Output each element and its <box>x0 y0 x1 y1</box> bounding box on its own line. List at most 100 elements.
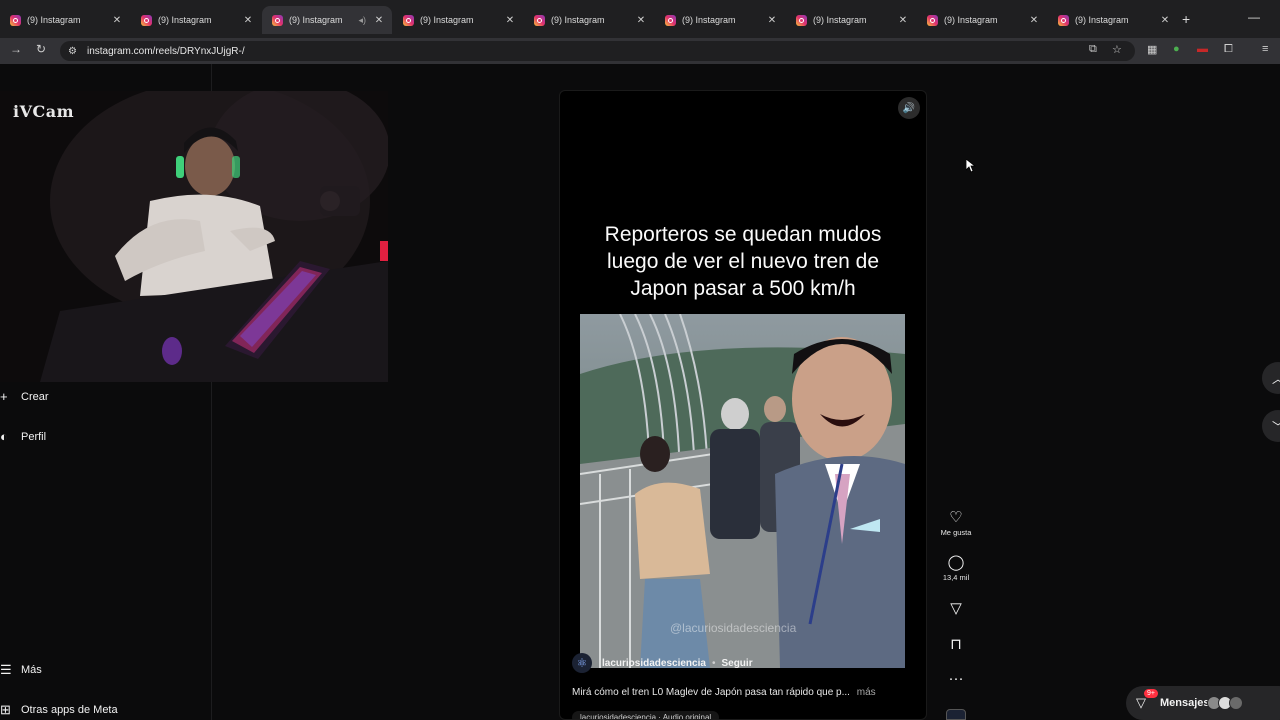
plus-icon: + <box>0 389 8 404</box>
close-tab-icon[interactable]: ✕ <box>241 15 255 26</box>
messages-label: Mensajes <box>1160 697 1210 709</box>
previous-reel-button[interactable]: ︿ <box>1262 362 1280 394</box>
close-tab-icon[interactable]: ✕ <box>372 15 386 26</box>
close-tab-icon[interactable]: ✕ <box>765 15 779 26</box>
instagram-icon <box>10 14 21 26</box>
close-tab-icon[interactable]: ✕ <box>110 15 124 26</box>
site-settings-icon[interactable]: ⚙ <box>68 46 77 57</box>
sidebar-item-create[interactable]: + Crear <box>0 389 49 404</box>
close-tab-icon[interactable]: ✕ <box>896 15 910 26</box>
sidebar-item-more[interactable]: ☰ Más <box>0 662 42 678</box>
reel-video[interactable]: 🔊 Reporteros se quedan mudos luego de ve… <box>559 90 927 720</box>
reel-author-row: ⚛ lacuriosidadesciencia • Seguir <box>572 653 753 673</box>
chevron-up-icon: ︿ <box>1272 370 1280 387</box>
extension-tile-icon[interactable]: ▦ <box>1147 43 1157 56</box>
follow-button[interactable]: Seguir <box>721 658 752 669</box>
reading-list-icon[interactable]: ≡ <box>1262 43 1268 55</box>
reel-heading-line: Reporteros se quedan mudos <box>604 223 882 246</box>
comment-button[interactable]: ◯ 13,4 mil <box>935 553 977 582</box>
reel-heading-line: Japon pasar a 500 km/h <box>630 277 856 300</box>
forward-icon[interactable]: → <box>10 42 22 56</box>
avatar <box>1228 696 1243 710</box>
browser-toolbar: → ↻ ⚙ instagram.com/reels/DRYnxJUjgR-/ ⧉… <box>0 38 1280 64</box>
audio-avatar-icon[interactable] <box>946 709 966 720</box>
tab-title: (9) Instagram <box>682 15 736 25</box>
close-tab-icon[interactable]: ✕ <box>1027 15 1041 26</box>
save-button[interactable]: ⊓ <box>935 635 977 653</box>
reload-icon[interactable]: ↻ <box>36 42 46 56</box>
author-avatar[interactable]: ⚛ <box>572 653 592 673</box>
instagram-icon <box>141 14 152 26</box>
instagram-icon <box>665 14 676 26</box>
sidebar-item-meta-apps[interactable]: ⊞ Otras apps de Meta <box>0 702 118 718</box>
instagram-page: + Crear ◐ Perfil ☰ Más ⊞ Otras apps de M… <box>0 64 1280 720</box>
webcam-overlay: iVCam <box>0 91 388 382</box>
webcam-label: iVCam <box>13 102 75 121</box>
audio-attribution[interactable]: lacuriosidadesciencia · Audio original <box>572 711 720 719</box>
reel-watermark: @lacuriosidadesciencia <box>670 621 797 635</box>
messages-button[interactable]: ▽ 9+ Mensajes <box>1126 686 1280 720</box>
tab-title: (9) Instagram <box>551 15 605 25</box>
comment-icon: ◯ <box>947 554 965 571</box>
url-text[interactable]: instagram.com/reels/DRYnxJUjgR-/ <box>87 46 245 57</box>
browser-tab[interactable]: (9) Instagram ✕ <box>0 8 130 32</box>
share-button[interactable]: ▽ <box>935 599 977 617</box>
close-tab-icon[interactable]: ✕ <box>634 15 648 26</box>
minimize-window-button[interactable]: — <box>1248 10 1260 24</box>
sidebar-item-profile[interactable]: ◐ Perfil <box>0 429 46 444</box>
reel-caption: Mirá cómo el tren L0 Maglev de Japón pas… <box>572 687 876 698</box>
cast-icon[interactable]: ⧉ <box>1089 43 1097 56</box>
close-tab-icon[interactable]: ✕ <box>503 15 517 26</box>
tab-title: (9) Instagram <box>1075 15 1129 25</box>
sidebar-item-label: Crear <box>21 390 49 403</box>
volume-icon[interactable]: 🔊 <box>898 97 920 119</box>
instagram-icon <box>403 14 414 26</box>
next-reel-button[interactable]: ﹀ <box>1262 410 1280 442</box>
browser-tab-active[interactable]: (9) Instagram ◂) ✕ <box>262 6 392 34</box>
tab-title: (9) Instagram <box>944 15 998 25</box>
browser-tab[interactable]: (9) Instagram ✕ <box>1048 8 1178 32</box>
more-dots-icon: ··· <box>948 670 964 687</box>
separator-dot: • <box>711 657 716 669</box>
browser-tab[interactable]: (9) Instagram ✕ <box>524 8 654 32</box>
heart-icon: ♡ <box>949 509 963 526</box>
comments-count: 13,4 mil <box>942 573 970 582</box>
sidebar-item-label: Perfil <box>21 430 47 443</box>
reel-overlay-heading: Reporteros se quedan mudos luego de ver … <box>560 221 926 302</box>
tab-audio-icon[interactable]: ◂) <box>358 15 366 26</box>
tab-title: (9) Instagram <box>158 15 212 25</box>
reel-photo: @lacuriosidadesciencia <box>580 314 905 668</box>
bookmark-star-icon[interactable]: ☆ <box>1112 43 1122 56</box>
like-button[interactable]: ♡ Me gusta <box>935 508 977 537</box>
tab-title: (9) Instagram <box>813 15 867 25</box>
sidebar-item-label: Más <box>21 664 42 676</box>
close-tab-icon[interactable]: ✕ <box>1158 15 1172 26</box>
send-icon: ▽ <box>950 600 962 617</box>
profile-icon: ◐ <box>0 429 8 444</box>
browser-tab[interactable]: (9) Instagram ✕ <box>917 8 1047 32</box>
tab-title: (9) Instagram <box>420 15 474 25</box>
sidebar-item-label: Otras apps de Meta <box>21 704 118 716</box>
caption-text: Mirá cómo el tren L0 Maglev de Japón pas… <box>572 687 850 698</box>
browser-tab[interactable]: (9) Instagram ✕ <box>131 8 261 32</box>
mouse-cursor-icon <box>966 159 976 173</box>
extension-green-icon[interactable]: ● <box>1173 43 1180 55</box>
like-label: Me gusta <box>940 528 972 537</box>
browser-tab[interactable]: (9) Instagram ✕ <box>655 8 785 32</box>
tab-title: (9) Instagram <box>27 15 81 25</box>
browser-tab[interactable]: (9) Instagram ✕ <box>786 8 916 32</box>
extensions-puzzle-icon[interactable]: ⧠ <box>1224 43 1233 56</box>
webcam-image <box>0 91 388 382</box>
reel-heading-line: luego de ver el nuevo tren de <box>606 250 880 273</box>
browser-tab[interactable]: (9) Instagram ✕ <box>393 8 523 32</box>
more-link[interactable]: más <box>857 687 876 698</box>
instagram-icon <box>927 14 938 26</box>
extension-red-icon[interactable]: ▬ <box>1197 43 1208 55</box>
more-options-button[interactable]: ··· <box>935 670 977 687</box>
new-tab-button[interactable]: + <box>1182 11 1190 27</box>
instagram-icon <box>796 14 807 26</box>
author-name[interactable]: lacuriosidadesciencia <box>602 658 706 669</box>
browser-tab-strip: (9) Instagram ✕ (9) Instagram ✕ (9) Inst… <box>0 0 1280 40</box>
menu-icon: ☰ <box>0 662 12 677</box>
address-bar[interactable]: ⚙ instagram.com/reels/DRYnxJUjgR-/ <box>60 41 1135 61</box>
